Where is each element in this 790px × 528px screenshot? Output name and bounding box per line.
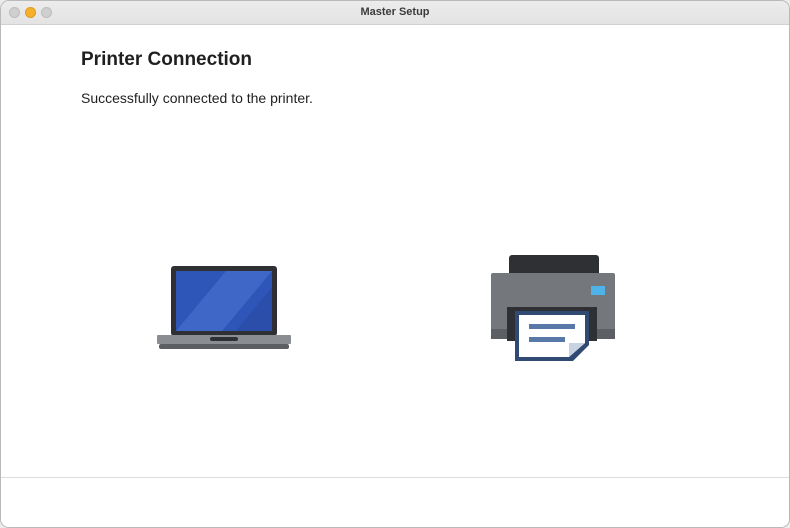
laptop-icon — [157, 266, 291, 349]
footer-bar — [1, 478, 789, 527]
title-bar[interactable]: Master Setup — [1, 1, 789, 25]
page-title: Printer Connection — [81, 49, 253, 70]
window-title: Master Setup — [360, 6, 430, 18]
printer-icon — [491, 255, 615, 361]
status-message: Successfully connected to the printer. — [81, 90, 313, 106]
setup-window: Master Setup Printer Connection Successf… — [0, 0, 790, 528]
